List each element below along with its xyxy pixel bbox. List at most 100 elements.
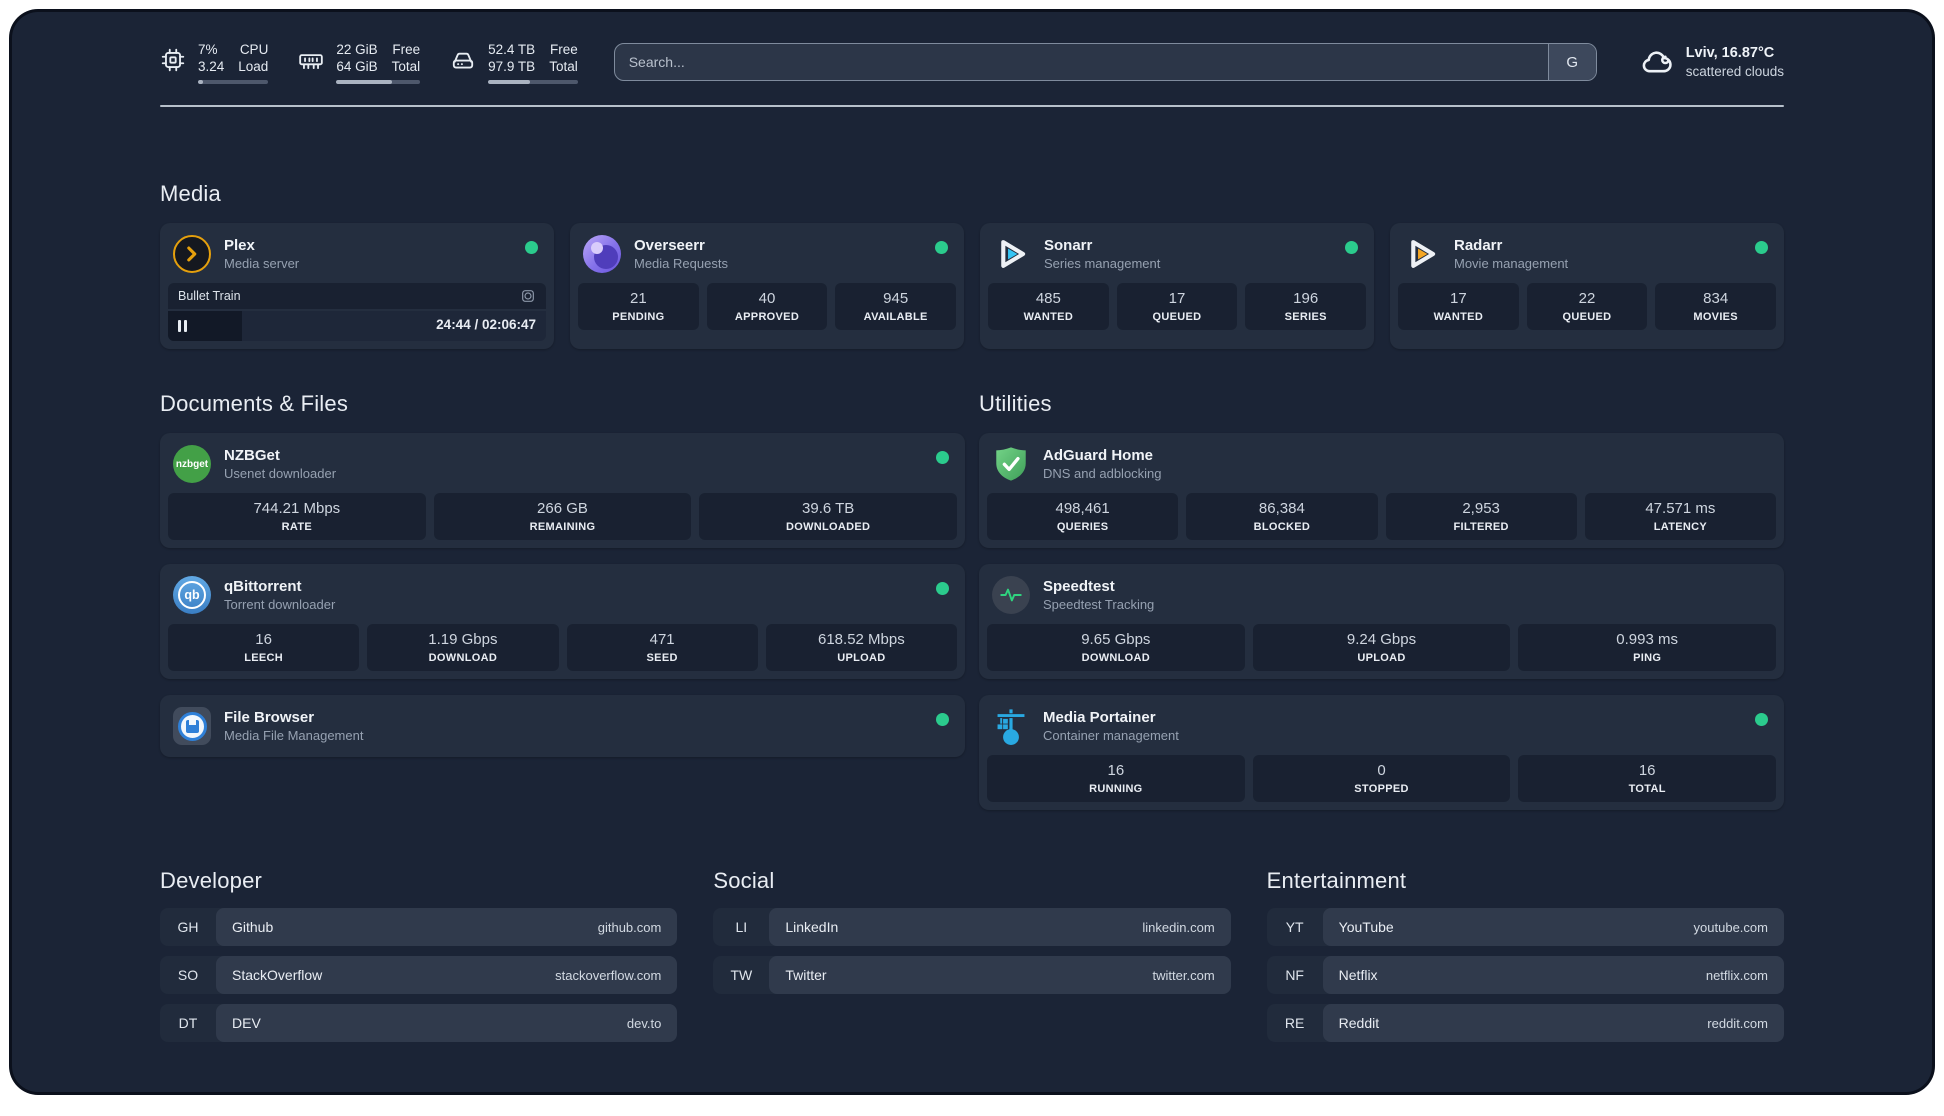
service-card-overseerr[interactable]: Overseerr Media Requests 21 PENDING 40 APP… xyxy=(570,223,964,349)
stat-wanted: 485 WANTED xyxy=(988,283,1109,330)
plex-icon xyxy=(172,234,212,274)
section-title-entertainment: Entertainment xyxy=(1266,868,1407,893)
stat-available: 945 AVAILABLE xyxy=(835,283,956,330)
search-provider-button[interactable]: G xyxy=(1547,44,1596,80)
playback-time: 24:44 / 02:06:47 xyxy=(436,317,536,332)
disk-label-2: Total xyxy=(549,58,578,74)
service-name: Plex xyxy=(224,237,255,254)
stat-stopped: 0 STOPPED xyxy=(1252,755,1511,802)
bookmark-dev[interactable]: DT DEV dev.to xyxy=(160,1004,678,1042)
service-card-radarr[interactable]: Radarr Movie management 17 WANTED 22 QUEUE… xyxy=(1390,223,1784,349)
stat-blocked: 86,384 BLOCKED xyxy=(1186,493,1378,540)
bookmark-abbr: TW xyxy=(730,967,753,983)
service-description: Media File Management xyxy=(224,728,364,743)
bookmark-name: Netflix xyxy=(1338,967,1378,983)
status-dot xyxy=(1345,241,1358,254)
stat-upload: 618.52 Mbps UPLOAD xyxy=(765,624,957,671)
service-description: Movie management xyxy=(1454,256,1569,271)
bookmark-name: Reddit xyxy=(1338,1015,1380,1031)
overseerr-icon xyxy=(582,234,622,274)
section-title-media: Media xyxy=(160,181,221,206)
bookmark-name: Twitter xyxy=(785,967,827,983)
resource-widgets: 7% 3.24 CPU Load 22 GiB 64 GiB Free Tota… xyxy=(160,41,578,84)
stat-approved: 40 APPROVED xyxy=(706,283,828,330)
cpu-label-1: CPU xyxy=(239,41,269,57)
dashboard-window: 7% 3.24 CPU Load 22 GiB 64 GiB Free Tota… xyxy=(12,12,1932,1092)
disk-free: 52.4 TB xyxy=(488,41,536,57)
status-dot xyxy=(935,241,948,254)
pause-icon[interactable] xyxy=(178,320,187,332)
bookmark-stackoverflow[interactable]: SO StackOverflow stackoverflow.com xyxy=(160,956,678,994)
service-card-sonarr[interactable]: Sonarr Series management 485 WANTED 17 QUE… xyxy=(980,223,1374,349)
service-description: DNS and adblocking xyxy=(1043,466,1162,481)
status-dot xyxy=(1755,241,1768,254)
service-name: AdGuard Home xyxy=(1043,447,1154,464)
radarr-icon xyxy=(1402,234,1442,274)
bookmark-url: dev.to xyxy=(626,1015,662,1031)
playback-progress-bar[interactable]: 24:44 / 02:06:47 xyxy=(168,311,546,341)
search-input[interactable] xyxy=(614,44,1548,80)
disk-widget: 52.4 TB 97.9 TB Free Total xyxy=(450,41,578,84)
stat-running: 16 RUNNING xyxy=(987,755,1245,802)
stat-upload: 9.24 Gbps UPLOAD xyxy=(1252,624,1511,671)
weather-location: Lviv, 16.87°C xyxy=(1685,44,1775,61)
cpu-load: 3.24 xyxy=(198,58,225,74)
service-card-plex[interactable]: Plex Media server Bullet Train 24:44 / 0… xyxy=(160,223,554,349)
cpu-label-2: Load xyxy=(238,58,269,74)
bookmark-url: github.com xyxy=(597,919,662,935)
stat-series: 196 SERIES xyxy=(1245,283,1366,330)
bookmark-url: linkedin.com xyxy=(1142,919,1215,935)
service-name: File Browser xyxy=(224,709,315,726)
stat-download: 9.65 Gbps DOWNLOAD xyxy=(987,624,1245,671)
service-name: Speedtest xyxy=(1043,578,1115,595)
bookmark-linkedin[interactable]: LI LinkedIn linkedin.com xyxy=(713,908,1231,946)
service-card-nzbget[interactable]: nzbget NZBGet Usenet downloader 744.21 M… xyxy=(160,433,965,548)
memory-label-2: Total xyxy=(391,58,421,74)
cpu-icon xyxy=(161,48,185,71)
bookmark-url: twitter.com xyxy=(1152,967,1215,983)
status-dot xyxy=(936,713,949,726)
service-description: Media Requests xyxy=(634,256,728,271)
stat-leech: 16 LEECH xyxy=(168,624,360,671)
service-card-adguard[interactable]: AdGuard Home DNS and adblocking 498,461 Q… xyxy=(979,433,1784,548)
nzbget-icon: nzbget xyxy=(172,444,212,484)
bookmark-twitter[interactable]: TW Twitter twitter.com xyxy=(713,956,1231,994)
memory-free: 22 GiB xyxy=(336,41,378,57)
memory-progress xyxy=(336,79,421,84)
section-title-social: Social xyxy=(713,868,775,893)
section-title-developer: Developer xyxy=(160,868,263,893)
service-description: Speedtest Tracking xyxy=(1043,597,1155,612)
bookmark-group-entertainment: Entertainment YT YouTube youtube.com NF … xyxy=(1266,868,1784,1052)
plex-chevron-icon xyxy=(187,246,197,262)
stat-queued: 22 QUEUED xyxy=(1526,283,1648,330)
bookmark-reddit[interactable]: RE Reddit reddit.com xyxy=(1266,1004,1784,1042)
disk-progress xyxy=(488,79,578,84)
stat-rate: 744.21 Mbps RATE xyxy=(168,493,426,540)
bookmark-url: stackoverflow.com xyxy=(555,967,662,983)
weather-widget[interactable]: Lviv, 16.87°C scattered clouds xyxy=(1639,44,1784,81)
service-description: Container management xyxy=(1043,728,1179,743)
bookmark-abbr: GH xyxy=(177,919,199,935)
camera-icon[interactable] xyxy=(520,288,536,304)
memory-widget: 22 GiB 64 GiB Free Total xyxy=(298,41,421,84)
bookmark-abbr: RE xyxy=(1284,1015,1305,1031)
bookmark-youtube[interactable]: YT YouTube youtube.com xyxy=(1266,908,1784,946)
bookmark-group-developer: Developer GH Github github.com SO StackO… xyxy=(160,868,678,1052)
service-card-qbittorrent[interactable]: qb qBittorrent Torrent downloader 16 LEEC… xyxy=(160,564,965,679)
service-card-speedtest[interactable]: Speedtest Speedtest Tracking 9.65 Gbps DO… xyxy=(979,564,1784,679)
bookmark-name: Github xyxy=(232,919,274,935)
now-playing-title: Bullet Train xyxy=(178,289,241,303)
qbittorrent-icon: qb xyxy=(172,575,212,615)
service-card-portainer[interactable]: Media Portainer Container management 16 R… xyxy=(979,695,1784,810)
stat-latency: 47.571 ms LATENCY xyxy=(1584,493,1776,540)
section-title-utilities: Utilities xyxy=(979,391,1052,416)
stat-filtered: 2,953 FILTERED xyxy=(1385,493,1577,540)
bookmark-netflix[interactable]: NF Netflix netflix.com xyxy=(1266,956,1784,994)
service-card-filebrowser[interactable]: File Browser Media File Management xyxy=(160,695,965,757)
bookmark-github[interactable]: GH Github github.com xyxy=(160,908,678,946)
stat-wanted: 17 WANTED xyxy=(1398,283,1519,330)
plex-now-playing: Bullet Train 24:44 / 02:06:47 xyxy=(168,283,546,341)
status-dot xyxy=(1755,713,1768,726)
stat-download: 1.19 Gbps DOWNLOAD xyxy=(367,624,559,671)
stat-ping: 0.993 ms PING xyxy=(1518,624,1776,671)
